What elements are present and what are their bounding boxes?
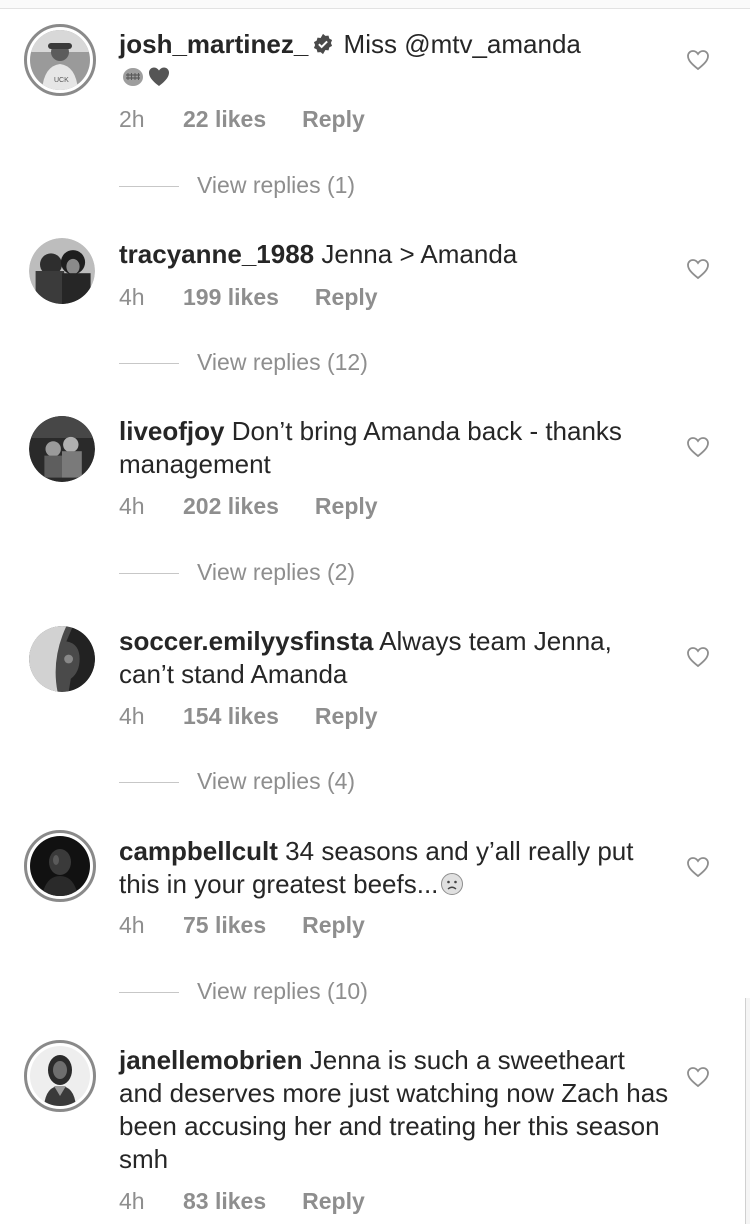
comment-body: liveofjoy Don’t bring Amanda back - than… bbox=[119, 415, 669, 481]
view-replies-button[interactable]: View replies (4) bbox=[119, 766, 355, 796]
comment-username[interactable]: tracyanne_1988 bbox=[119, 239, 314, 269]
view-replies-button[interactable]: View replies (12) bbox=[119, 347, 368, 377]
reply-button[interactable]: Reply bbox=[315, 491, 378, 521]
replies-divider bbox=[119, 992, 179, 994]
comment-meta: 4h 154 likes Reply bbox=[119, 701, 378, 731]
like-heart-icon[interactable] bbox=[686, 856, 710, 878]
view-replies-label: View replies (1) bbox=[197, 172, 356, 198]
view-replies-button[interactable]: View replies (10) bbox=[119, 976, 368, 1006]
replies-divider bbox=[119, 186, 179, 188]
comment-username[interactable]: liveofjoy bbox=[119, 416, 224, 446]
reply-button[interactable]: Reply bbox=[302, 1186, 365, 1216]
comment-time: 4h bbox=[119, 912, 145, 938]
replies-divider bbox=[119, 782, 179, 784]
view-replies-button[interactable]: View replies (1) bbox=[119, 170, 355, 200]
like-heart-icon[interactable] bbox=[686, 258, 710, 280]
comment-meta: 2h 22 likes Reply bbox=[119, 104, 365, 134]
like-heart-icon[interactable] bbox=[686, 1066, 710, 1088]
comment-likes[interactable]: 154 likes bbox=[183, 701, 279, 731]
comment-username[interactable]: josh_martinez_ bbox=[119, 29, 308, 59]
verified-badge-icon bbox=[314, 33, 333, 55]
comment-time: 4h bbox=[119, 1188, 145, 1214]
avatar[interactable] bbox=[29, 238, 95, 304]
avatar[interactable] bbox=[24, 830, 96, 902]
comment-body: campbellcult 34 seasons and y’all really… bbox=[119, 835, 669, 901]
view-replies-button[interactable]: View replies (2) bbox=[119, 557, 355, 587]
comment-meta: 4h 83 likes Reply bbox=[119, 1186, 365, 1216]
view-replies-label: View replies (2) bbox=[197, 559, 356, 585]
comment-time: 2h bbox=[119, 106, 145, 132]
view-replies-label: View replies (12) bbox=[197, 349, 368, 375]
avatar[interactable] bbox=[24, 1040, 96, 1112]
reply-button[interactable]: Reply bbox=[302, 104, 365, 134]
comment-body: soccer.emilyysfinsta Always team Jenna, … bbox=[119, 625, 669, 691]
comment-likes[interactable]: 22 likes bbox=[183, 104, 266, 134]
view-replies-label: View replies (10) bbox=[197, 978, 368, 1004]
comment-text: Miss @mtv_amanda bbox=[343, 29, 581, 59]
comment-username[interactable]: janellemobrien bbox=[119, 1045, 303, 1075]
comment-meta: 4h 75 likes Reply bbox=[119, 910, 365, 940]
comment-time: 4h bbox=[119, 493, 145, 519]
scrollbar[interactable] bbox=[745, 998, 750, 1224]
avatar[interactable] bbox=[29, 416, 95, 482]
comment-body: tracyanne_1988 Jenna > Amanda bbox=[119, 238, 669, 271]
like-heart-icon[interactable] bbox=[686, 49, 710, 71]
reply-button[interactable]: Reply bbox=[315, 282, 378, 312]
comment-text: Jenna > Amanda bbox=[321, 239, 518, 269]
comment-likes[interactable]: 75 likes bbox=[183, 910, 266, 940]
comment-likes[interactable]: 202 likes bbox=[183, 491, 279, 521]
like-heart-icon[interactable] bbox=[686, 646, 710, 668]
comment-username[interactable]: campbellcult bbox=[119, 836, 278, 866]
reply-button[interactable]: Reply bbox=[315, 701, 378, 731]
frowning-face-emoji-icon bbox=[441, 873, 464, 895]
reply-button[interactable]: Reply bbox=[302, 910, 365, 940]
view-replies-label: View replies (4) bbox=[197, 768, 356, 794]
fist-emoji-icon bbox=[123, 68, 143, 86]
svg-text:UCK: UCK bbox=[54, 77, 69, 84]
heart-emoji-icon bbox=[149, 67, 169, 86]
like-heart-icon[interactable] bbox=[686, 436, 710, 458]
top-divider bbox=[0, 0, 750, 9]
comment-time: 4h bbox=[119, 284, 145, 310]
avatar[interactable] bbox=[29, 626, 95, 692]
comment-meta: 4h 202 likes Reply bbox=[119, 491, 378, 521]
comment-likes[interactable]: 199 likes bbox=[183, 282, 279, 312]
comment-body: janellemobrien Jenna is such a sweethear… bbox=[119, 1044, 669, 1176]
comment-meta: 4h 199 likes Reply bbox=[119, 282, 378, 312]
replies-divider bbox=[119, 363, 179, 365]
comment-username[interactable]: soccer.emilyysfinsta bbox=[119, 626, 373, 656]
avatar[interactable]: UCK bbox=[24, 24, 96, 96]
comment-time: 4h bbox=[119, 703, 145, 729]
comment-body: josh_martinez_ Miss @mtv_amanda bbox=[119, 28, 669, 94]
comment-likes[interactable]: 83 likes bbox=[183, 1186, 266, 1216]
replies-divider bbox=[119, 573, 179, 575]
